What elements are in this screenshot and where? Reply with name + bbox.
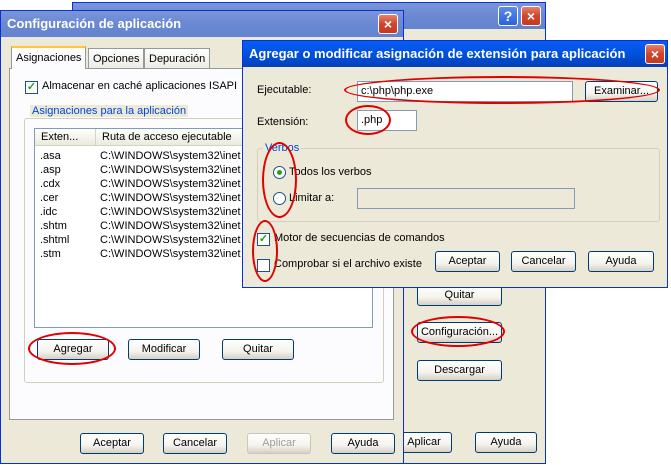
tab-asignaciones[interactable]: Asignaciones bbox=[11, 46, 87, 69]
close-icon[interactable]: × bbox=[645, 44, 665, 64]
row-extension: .cdx bbox=[40, 178, 61, 190]
agregar-highlight bbox=[28, 332, 116, 365]
verbs-highlight bbox=[262, 142, 297, 218]
executable-highlight bbox=[344, 76, 660, 104]
script-engine-label: Motor de secuencias de comandos bbox=[274, 232, 445, 244]
close-icon[interactable]: × bbox=[521, 6, 541, 26]
executable-label: Ejecutable: bbox=[257, 84, 312, 96]
extension-dialog-title: Agregar o modificar asignación de extens… bbox=[243, 41, 667, 67]
back-quitar-button[interactable]: Quitar bbox=[417, 285, 502, 306]
column-extension[interactable]: Exten... bbox=[35, 129, 95, 146]
ayuda-button[interactable]: Ayuda bbox=[331, 433, 395, 454]
limit-to-field bbox=[357, 188, 575, 209]
checkboxes-highlight bbox=[252, 220, 278, 282]
check-file-label: Comprobar si el archivo existe bbox=[274, 258, 422, 270]
configuracion-highlight bbox=[411, 316, 505, 347]
cancelar-button[interactable]: Cancelar bbox=[163, 433, 227, 454]
quitar-button[interactable]: Quitar bbox=[222, 339, 294, 360]
row-extension: .stm bbox=[40, 248, 61, 260]
aplicar-button: Aplicar bbox=[247, 433, 311, 454]
row-extension: .asp bbox=[40, 164, 61, 176]
row-path: C:\WINDOWS\system32\inet bbox=[100, 206, 241, 218]
help-icon[interactable]: ? bbox=[498, 6, 518, 26]
back-ayuda-button[interactable]: Ayuda bbox=[475, 432, 537, 453]
tab-depuracion[interactable]: Depuración bbox=[144, 48, 211, 69]
mappings-group-label: Asignaciones para la aplicación bbox=[30, 105, 189, 117]
close-icon[interactable]: × bbox=[378, 14, 398, 34]
extension-highlight bbox=[345, 105, 391, 135]
dialog-ayuda-button[interactable]: Ayuda bbox=[588, 251, 654, 272]
row-extension: .shtml bbox=[40, 234, 70, 246]
row-path: C:\WINDOWS\system32\inet bbox=[100, 248, 241, 260]
modificar-button[interactable]: Modificar bbox=[128, 339, 200, 360]
extension-label: Extensión: bbox=[257, 116, 309, 128]
row-path: C:\WINDOWS\system32\inet bbox=[100, 192, 241, 204]
row-extension: .idc bbox=[40, 206, 58, 218]
verbs-group bbox=[257, 148, 660, 222]
tab-opciones[interactable]: Opciones bbox=[88, 48, 145, 69]
row-path: C:\WINDOWS\system32\inet bbox=[100, 178, 241, 190]
row-path: C:\WINDOWS\system32\inet bbox=[100, 150, 241, 162]
row-path: C:\WINDOWS\system32\inet bbox=[100, 220, 241, 232]
row-extension: .shtm bbox=[40, 220, 67, 232]
row-extension: .cer bbox=[40, 192, 59, 204]
row-extension: .asa bbox=[40, 150, 61, 162]
row-path: C:\WINDOWS\system32\inet bbox=[100, 164, 241, 176]
back-descargar-button[interactable]: Descargar bbox=[417, 360, 502, 381]
cache-checkbox[interactable]: ✓ bbox=[25, 81, 38, 94]
row-path: C:\WINDOWS\system32\inet bbox=[100, 234, 241, 246]
dialog-cancelar-button[interactable]: Cancelar bbox=[511, 251, 576, 272]
config-window-title: Configuración de aplicación bbox=[1, 11, 403, 37]
dialog-aceptar-button[interactable]: Aceptar bbox=[435, 251, 500, 272]
aceptar-button[interactable]: Aceptar bbox=[80, 433, 144, 454]
back-aplicar-button[interactable]: Aplicar bbox=[396, 432, 452, 453]
all-verbs-label: Todos los verbos bbox=[289, 166, 372, 178]
cache-checkbox-label: Almacenar en caché aplicaciones ISAPI bbox=[42, 80, 238, 92]
